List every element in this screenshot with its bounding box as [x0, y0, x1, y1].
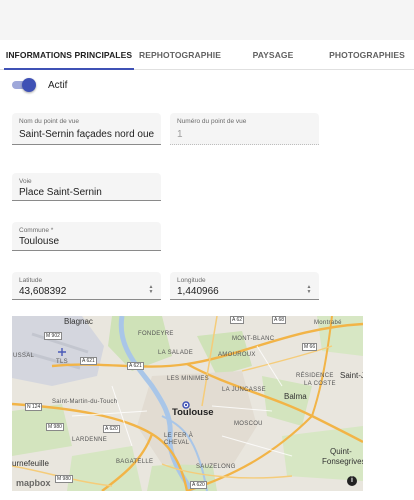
road-badge-a621: A 621	[80, 357, 97, 365]
tab-rephotographie[interactable]: Rephotographie	[134, 40, 226, 70]
map-label-tls: TLS	[56, 359, 68, 365]
map-label-sauzelong: SAUZELONG	[196, 464, 236, 470]
map-label-la-coste: LA COSTE	[304, 381, 336, 387]
numero-input	[177, 129, 312, 140]
commune-label: Commune *	[19, 227, 54, 234]
map-label-la-salade: LA SALADE	[158, 350, 194, 356]
latitude-stepper[interactable]: ▲ ▼	[147, 285, 155, 295]
map-label-bagatelle: BAGATELLE	[116, 459, 154, 465]
actif-label: Actif	[48, 79, 68, 91]
road-badge-a68: A 68	[272, 316, 287, 324]
map-label-amouroux: AMOUROUX	[218, 352, 256, 358]
map-label-blagnac: Blagnac	[64, 317, 93, 326]
map-label-toulouse: Toulouse	[172, 407, 214, 418]
road-badge-m980: M 980	[46, 423, 64, 431]
map-label-les-minimes: LES MINIMES	[167, 376, 209, 382]
map-label-la-juncasse: LA JUNCASSE	[222, 387, 266, 393]
map-view[interactable]: Blagnac FONDEYRE Montrabé MONT-BLANC LA …	[12, 316, 363, 491]
tab-photographies[interactable]: Photographies	[320, 40, 414, 70]
actif-toggle-row: Actif	[12, 78, 67, 92]
voie-field[interactable]: Voie	[12, 173, 161, 201]
map-label-montrabe: Montrabé	[314, 320, 342, 326]
voie-label: Voie	[19, 178, 32, 185]
map-label-residence: RÉSIDENCE	[296, 373, 334, 379]
latitude-field[interactable]: Latitude ▲▼	[12, 272, 161, 300]
nom-label: Nom du point de vue	[19, 118, 79, 125]
commune-input[interactable]	[19, 236, 154, 247]
road-badge-m980b: M 980	[55, 475, 73, 483]
numero-label: Numéro du point de vue	[177, 118, 247, 125]
longitude-field[interactable]: Longitude ▲▼	[170, 272, 319, 300]
active-tab-indicator	[4, 68, 134, 70]
latitude-label: Latitude	[19, 277, 43, 284]
nom-field[interactable]: Nom du point de vue	[12, 113, 161, 145]
commune-field[interactable]: Commune *	[12, 222, 161, 251]
map-label-quint: Quint-	[330, 447, 352, 456]
map-label-ussal: USSAL	[13, 353, 35, 359]
road-badge-a620b: A 620	[190, 481, 207, 489]
road-badge-a620: A 620	[103, 425, 120, 433]
longitude-input[interactable]	[177, 286, 297, 297]
switch-thumb	[22, 78, 36, 92]
latitude-input[interactable]	[19, 286, 139, 297]
map-label-cheval: CHEVAL	[164, 440, 190, 446]
map-label-saint-martin-du-touch: Saint-Martin-du-Touch	[52, 399, 118, 405]
map-label-tournefeuille: urnefeuille	[12, 459, 49, 468]
road-badge-m66: M 66	[302, 343, 318, 351]
tab-bar: Informations principales Rephotographie …	[0, 40, 414, 70]
info-icon[interactable]: i	[347, 476, 357, 486]
mapbox-logo[interactable]: mapbox	[16, 478, 51, 488]
map-label-fondeyre: FONDEYRE	[138, 331, 174, 337]
map-label-moscou: MOSCOU	[234, 421, 263, 427]
map-label-lardenne: LARDENNE	[72, 437, 108, 443]
tab-paysage[interactable]: Paysage	[226, 40, 320, 70]
numero-field: Numéro du point de vue	[170, 113, 319, 145]
nom-input[interactable]	[19, 129, 154, 140]
map-label-fonsegrives: Fonsegrives	[322, 457, 363, 466]
road-badge-n124: N 124	[25, 403, 43, 411]
map-label-balma: Balma	[284, 392, 307, 401]
road-badge-m902: M 902	[44, 332, 62, 340]
road-badge-a621b: A 621	[127, 362, 144, 370]
map-label-mont-blanc: MONT-BLANC	[232, 336, 275, 342]
longitude-label: Longitude	[177, 277, 206, 284]
top-bar	[0, 0, 414, 40]
map-label-saint-jean: Saint-Jean	[340, 371, 363, 380]
map-label-le-fer-a: LE FER À	[164, 433, 194, 439]
longitude-stepper[interactable]: ▲ ▼	[305, 285, 313, 295]
tab-informations-principales[interactable]: Informations principales	[4, 40, 134, 70]
actif-switch[interactable]	[12, 78, 36, 92]
voie-input[interactable]	[19, 187, 154, 198]
road-badge-a62: A 62	[230, 316, 245, 324]
